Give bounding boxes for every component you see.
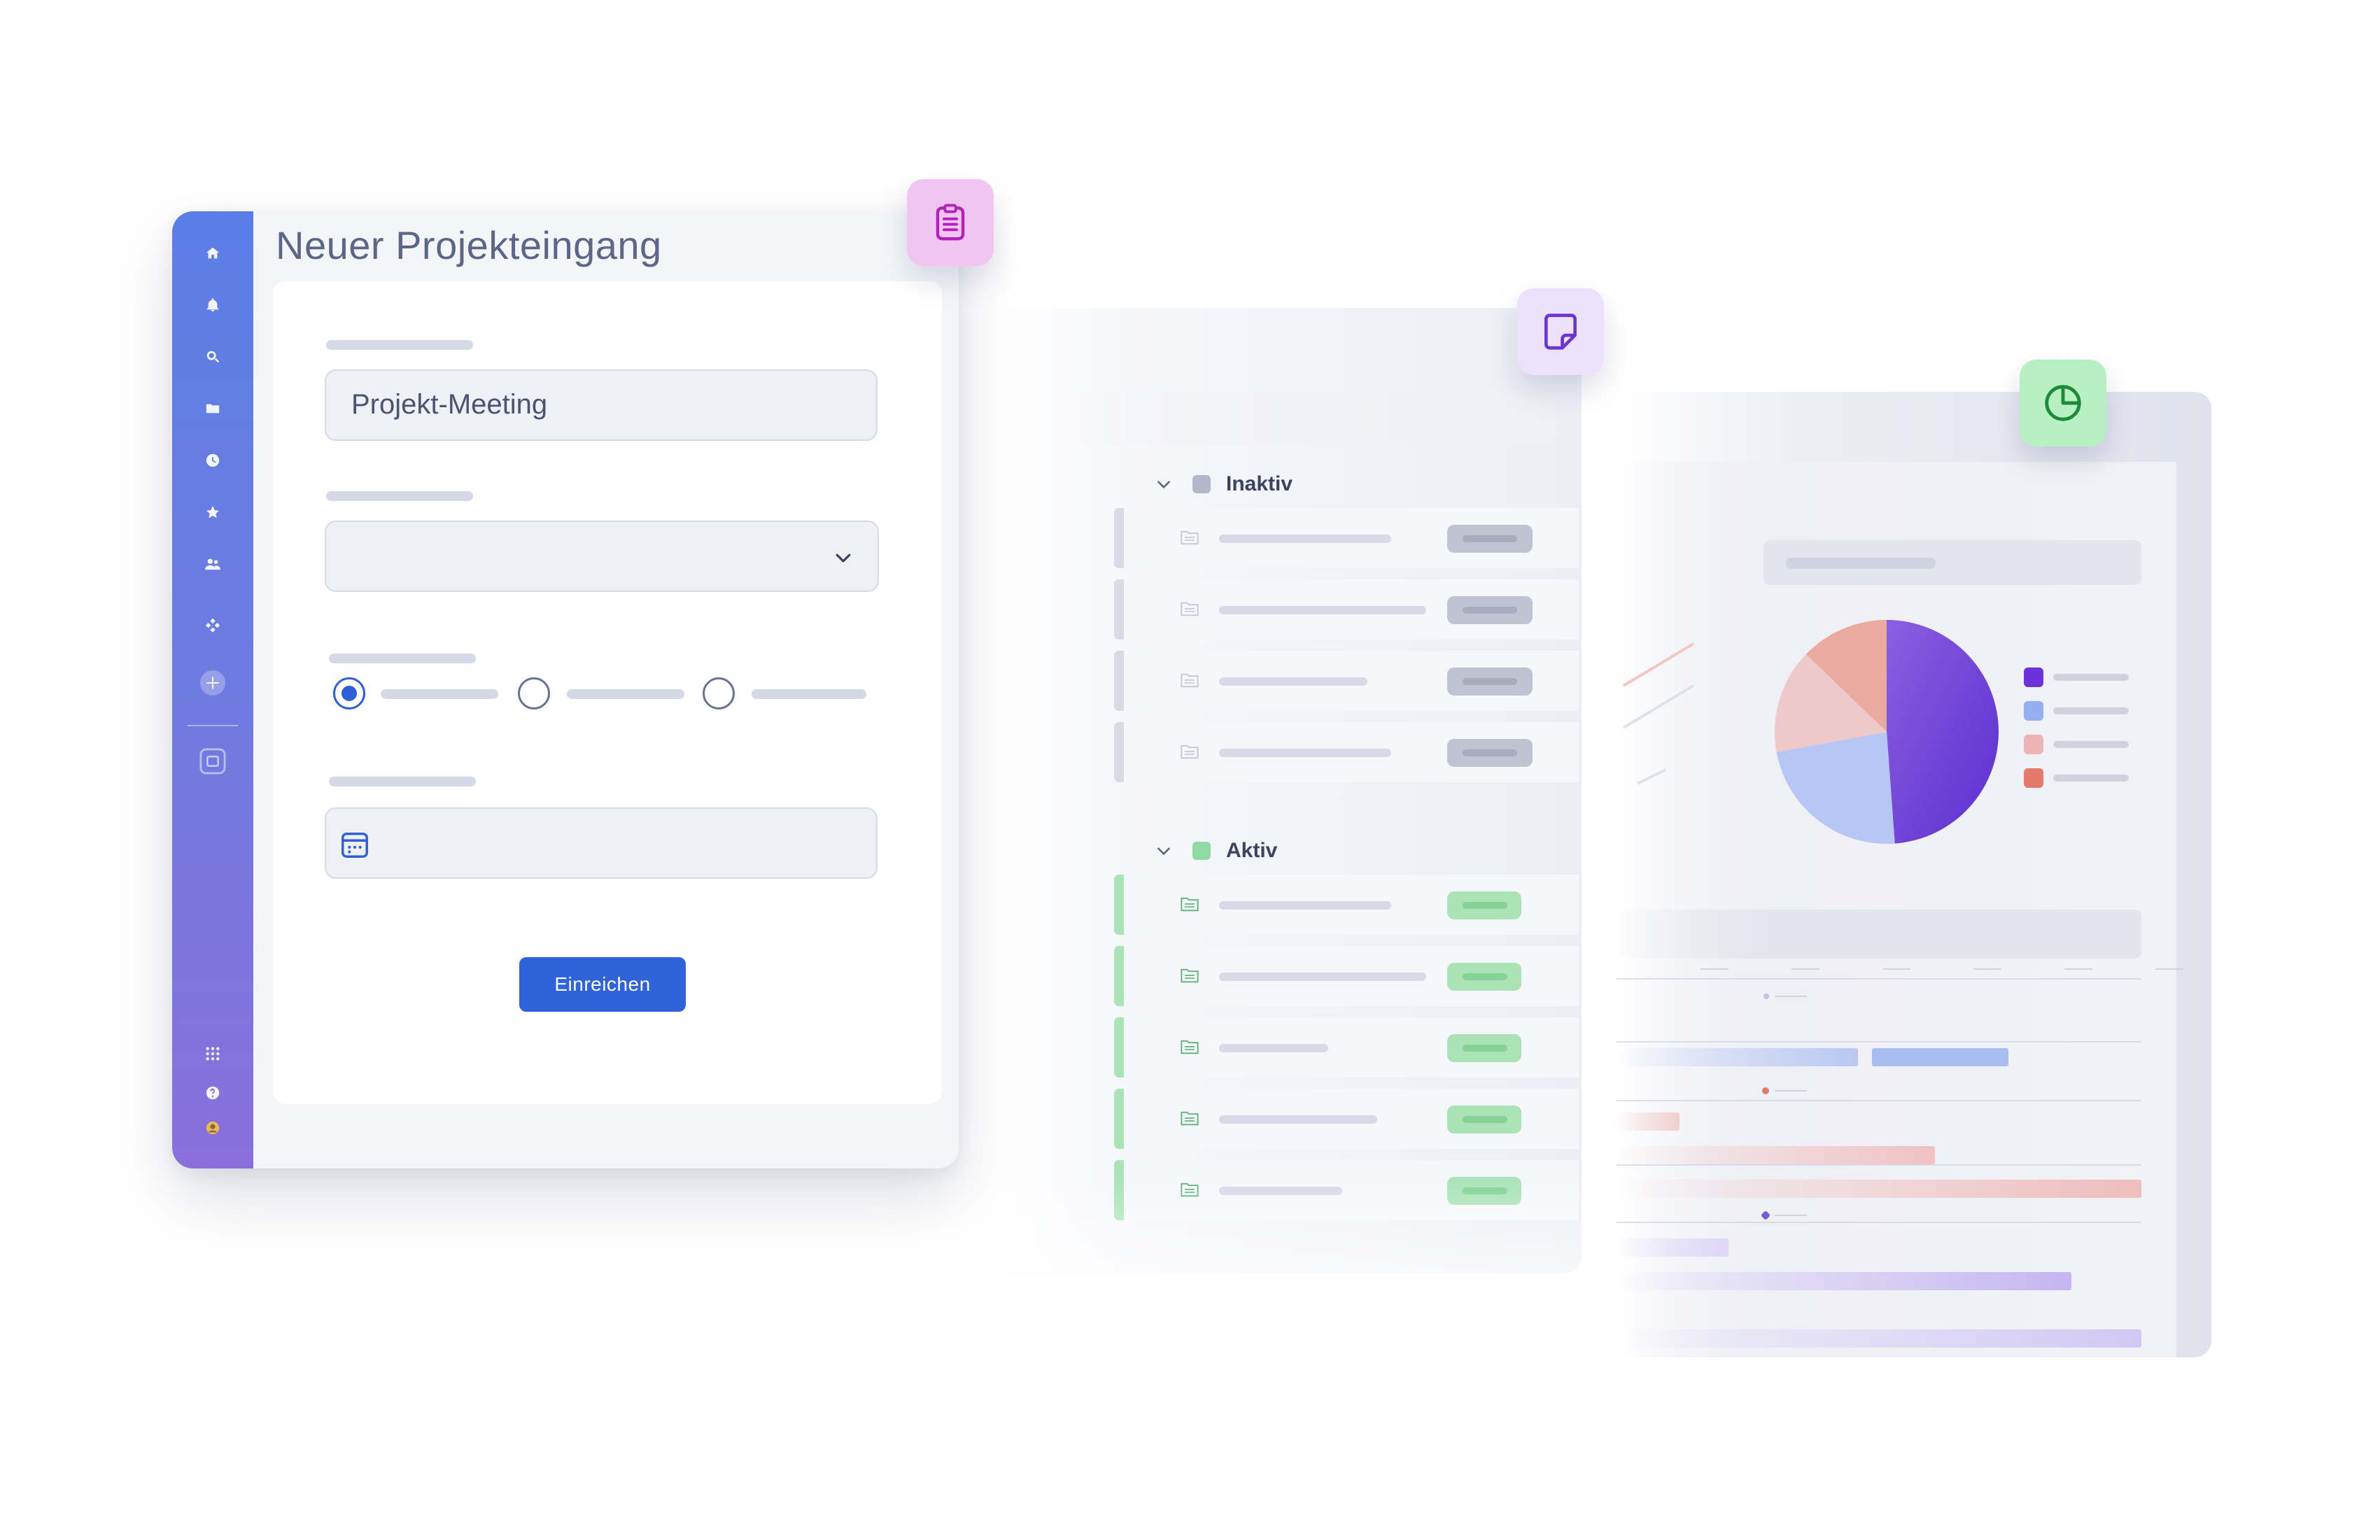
status-dot [1192,475,1211,493]
date-input[interactable] [325,807,878,879]
group-header-inactive[interactable]: Inaktiv [1155,470,1293,498]
list-toolbar [1064,392,1556,445]
project-name-input[interactable]: Projekt-Meeting [325,369,878,441]
pie-slice-1 [1887,620,1999,844]
list-item[interactable] [1114,1089,1579,1149]
fade-overlay [994,1175,1582,1273]
legend-swatch [2024,667,2043,687]
list-item[interactable] [1114,651,1579,711]
folder-icon [1181,744,1199,759]
legend-label-placeholder [2053,741,2129,748]
page-title: Neuer Projekteingang [276,223,662,267]
folder-icon [1181,968,1199,983]
home-icon[interactable] [199,239,227,267]
timeline-bar [1872,1048,2008,1066]
folder-icon [1181,1111,1199,1126]
legend-label-placeholder [2053,674,2129,681]
legend-label-placeholder [2053,775,2129,782]
project-name-value: Projekt-Meeting [351,389,548,420]
type-select[interactable] [325,521,879,592]
list-item[interactable] [1114,508,1579,568]
avatar-icon[interactable] [199,1114,227,1142]
timeline-bar [1617,1180,2141,1198]
legend-swatch [2024,701,2043,721]
list-window: Inaktiv Aktiv [994,308,1582,1273]
chevron-down-icon [836,553,851,563]
status-dot [1192,842,1211,860]
folder-icon [1181,1040,1199,1054]
field-label-placeholder [326,491,473,501]
radio-label-placeholder [381,689,498,699]
dashboard-window [1617,392,2211,1357]
timeline-bar [1617,1048,1858,1066]
list-item[interactable] [1114,722,1579,782]
chart-card-header [1763,540,2141,585]
timeline-bar [1617,1272,2071,1290]
pie-chart-badge [2020,360,2106,446]
help-icon[interactable] [199,1079,227,1107]
radio-option-2[interactable] [518,677,550,709]
clipboard-badge [907,179,994,266]
pie-chart-icon [2045,385,2081,421]
apps-icon[interactable] [199,610,227,638]
sidebar-divider [188,725,238,726]
grid-icon[interactable] [199,1040,227,1068]
field-label-placeholder [326,340,473,350]
timeline-bar [1617,1329,2141,1348]
folder-icon[interactable] [199,395,227,423]
pie-chart [1775,620,1999,844]
add-icon[interactable] [199,669,227,697]
chevron-down-icon[interactable] [1155,842,1173,860]
form-card: Projekt-Meeting Einreichen [273,281,942,1104]
line-chart-fragment [1622,642,1695,785]
timeline-bar [1617,1146,1935,1164]
folder-icon [1181,602,1199,616]
calendar-icon[interactable] [199,747,227,775]
radio-label-placeholder [752,689,866,699]
clipboard-icon [936,204,965,241]
list-item[interactable] [1114,946,1579,1006]
users-icon[interactable] [199,550,227,578]
search-icon[interactable] [199,343,227,371]
chevron-down-icon[interactable] [1155,475,1173,493]
group-label: Aktiv [1226,839,1278,862]
sidebar [172,211,253,1168]
note-icon [1544,313,1577,350]
submit-button[interactable]: Einreichen [519,957,686,1012]
radio-option-3[interactable] [703,677,735,709]
field-label-placeholder [329,777,476,786]
calendar-icon [341,832,368,858]
legend-swatch [2024,735,2043,754]
group-header-active[interactable]: Aktiv [1155,837,1277,865]
folder-icon [1181,897,1199,912]
field-label-placeholder [329,654,476,663]
list-item[interactable] [1114,875,1579,935]
legend-label-placeholder [2053,707,2129,714]
clock-icon[interactable] [199,446,227,474]
timeline-header [1617,910,2141,959]
form-window: Neuer Projekteingang Projekt-Meeting Ein… [172,211,959,1168]
group-label: Inaktiv [1226,472,1293,495]
legend-swatch [2024,768,2043,788]
radio-label-placeholder [567,689,684,699]
note-badge [1517,288,1604,375]
chart-title-placeholder [1786,558,1936,569]
star-icon[interactable] [199,498,227,526]
folder-icon [1181,673,1199,688]
radio-option-1[interactable] [333,677,365,709]
folder-icon [1181,530,1199,545]
list-item[interactable] [1114,1017,1579,1078]
list-item[interactable] [1114,579,1579,640]
bell-icon[interactable] [199,291,227,319]
